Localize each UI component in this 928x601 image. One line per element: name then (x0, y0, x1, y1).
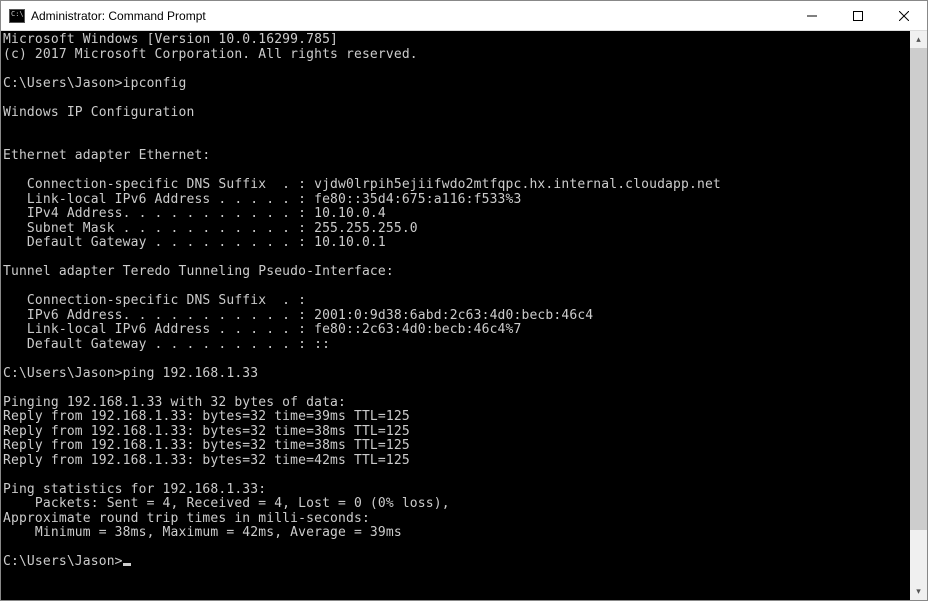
terminal-line (3, 251, 908, 266)
terminal-line: Connection-specific DNS Suffix . : vjdw0… (3, 178, 908, 193)
command-prompt-window: Administrator: Command Prompt Microsoft … (0, 0, 928, 601)
terminal-line: C:\Users\Jason>ping 192.168.1.33 (3, 367, 908, 382)
terminal-line: Approximate round trip times in milli-se… (3, 512, 908, 527)
maximize-icon (853, 11, 863, 21)
terminal-line (3, 135, 908, 150)
window-controls (789, 1, 927, 30)
vertical-scrollbar[interactable]: ▴ ▾ (910, 31, 927, 600)
terminal-line: Default Gateway . . . . . . . . . : 10.1… (3, 236, 908, 251)
scroll-track[interactable] (910, 48, 927, 583)
prompt-text: C:\Users\Jason> (3, 554, 123, 569)
terminal-line: Default Gateway . . . . . . . . . : :: (3, 338, 908, 353)
minimize-button[interactable] (789, 1, 835, 30)
scroll-thumb[interactable] (910, 48, 927, 530)
close-button[interactable] (881, 1, 927, 30)
terminal-line (3, 164, 908, 179)
terminal-line: Link-local IPv6 Address . . . . . : fe80… (3, 323, 908, 338)
chevron-up-icon: ▴ (916, 34, 921, 45)
close-icon (899, 11, 909, 21)
cursor (123, 563, 131, 566)
terminal-line: Minimum = 38ms, Maximum = 42ms, Average … (3, 526, 908, 541)
terminal-line: Packets: Sent = 4, Received = 4, Lost = … (3, 497, 908, 512)
terminal-line: (c) 2017 Microsoft Corporation. All righ… (3, 48, 908, 63)
minimize-icon (807, 11, 817, 21)
titlebar[interactable]: Administrator: Command Prompt (1, 1, 927, 31)
terminal-line: Ethernet adapter Ethernet: (3, 149, 908, 164)
terminal-line (3, 468, 908, 483)
scroll-up-button[interactable]: ▴ (910, 31, 927, 48)
terminal-line: Reply from 192.168.1.33: bytes=32 time=3… (3, 410, 908, 425)
terminal-line: Subnet Mask . . . . . . . . . . . : 255.… (3, 222, 908, 237)
terminal-line (3, 280, 908, 295)
scroll-down-button[interactable]: ▾ (910, 583, 927, 600)
terminal-output[interactable]: Microsoft Windows [Version 10.0.16299.78… (1, 31, 910, 600)
terminal-line: Windows IP Configuration (3, 106, 908, 121)
terminal-line: Reply from 192.168.1.33: bytes=32 time=3… (3, 425, 908, 440)
window-title: Administrator: Command Prompt (31, 9, 789, 23)
terminal-line (3, 381, 908, 396)
terminal-line: IPv4 Address. . . . . . . . . . . : 10.1… (3, 207, 908, 222)
terminal-line (3, 352, 908, 367)
cmd-icon (9, 9, 25, 23)
terminal-line (3, 91, 908, 106)
terminal-line: Reply from 192.168.1.33: bytes=32 time=3… (3, 439, 908, 454)
terminal-line: IPv6 Address. . . . . . . . . . . : 2001… (3, 309, 908, 324)
terminal-line (3, 62, 908, 77)
terminal-line: Connection-specific DNS Suffix . : (3, 294, 908, 309)
maximize-button[interactable] (835, 1, 881, 30)
terminal-line: Tunnel adapter Teredo Tunneling Pseudo-I… (3, 265, 908, 280)
terminal-prompt[interactable]: C:\Users\Jason> (3, 555, 908, 570)
terminal-line: C:\Users\Jason>ipconfig (3, 77, 908, 92)
terminal-line (3, 541, 908, 556)
terminal-line: Ping statistics for 192.168.1.33: (3, 483, 908, 498)
chevron-down-icon: ▾ (916, 586, 921, 597)
terminal-line: Microsoft Windows [Version 10.0.16299.78… (3, 33, 908, 48)
terminal-line: Pinging 192.168.1.33 with 32 bytes of da… (3, 396, 908, 411)
terminal-line: Link-local IPv6 Address . . . . . : fe80… (3, 193, 908, 208)
terminal-container: Microsoft Windows [Version 10.0.16299.78… (1, 31, 927, 600)
terminal-line (3, 120, 908, 135)
terminal-line: Reply from 192.168.1.33: bytes=32 time=4… (3, 454, 908, 469)
